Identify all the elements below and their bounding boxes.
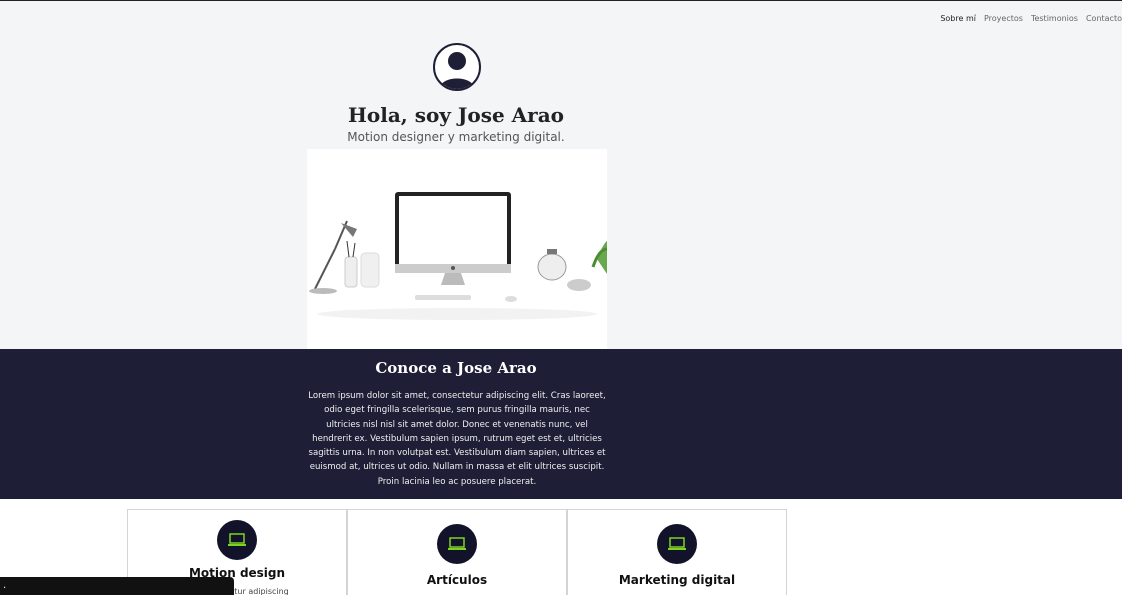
avatar-icon — [433, 43, 481, 91]
service-card-articulos: Artículos — [347, 509, 567, 595]
bottom-toast: . — [0, 577, 234, 595]
hero-title: Hola, soy Jose Arao — [347, 103, 564, 127]
hero-subtitle: Motion designer y marketing digital. — [347, 130, 565, 144]
laptop-icon — [657, 524, 697, 564]
service-card-title: Artículos — [426, 573, 488, 587]
laptop-icon — [437, 524, 477, 564]
laptop-icon — [217, 520, 257, 560]
nav-link-proyectos[interactable]: Proyectos — [984, 14, 1023, 23]
nav-link-testimonios[interactable]: Testimonios — [1031, 14, 1078, 23]
nav-link-contacto[interactable]: Contacto — [1086, 14, 1122, 23]
service-card-marketing-digital: Marketing digital — [567, 509, 787, 595]
about-body: Lorem ipsum dolor sit amet, consectetur … — [308, 391, 606, 487]
main-nav: Sobre mí Proyectos Testimonios Contacto — [940, 14, 1122, 23]
hero-section: Sobre mí Proyectos Testimonios Contacto … — [0, 0, 1122, 349]
service-card-title: Marketing digital — [618, 573, 736, 587]
workspace-image — [307, 149, 607, 349]
nav-link-sobre-mi[interactable]: Sobre mí — [940, 14, 976, 23]
about-section: Conoce a Jose Arao Lorem ipsum dolor sit… — [0, 349, 1122, 499]
about-title: Conoce a Jose Arao — [375, 359, 537, 377]
